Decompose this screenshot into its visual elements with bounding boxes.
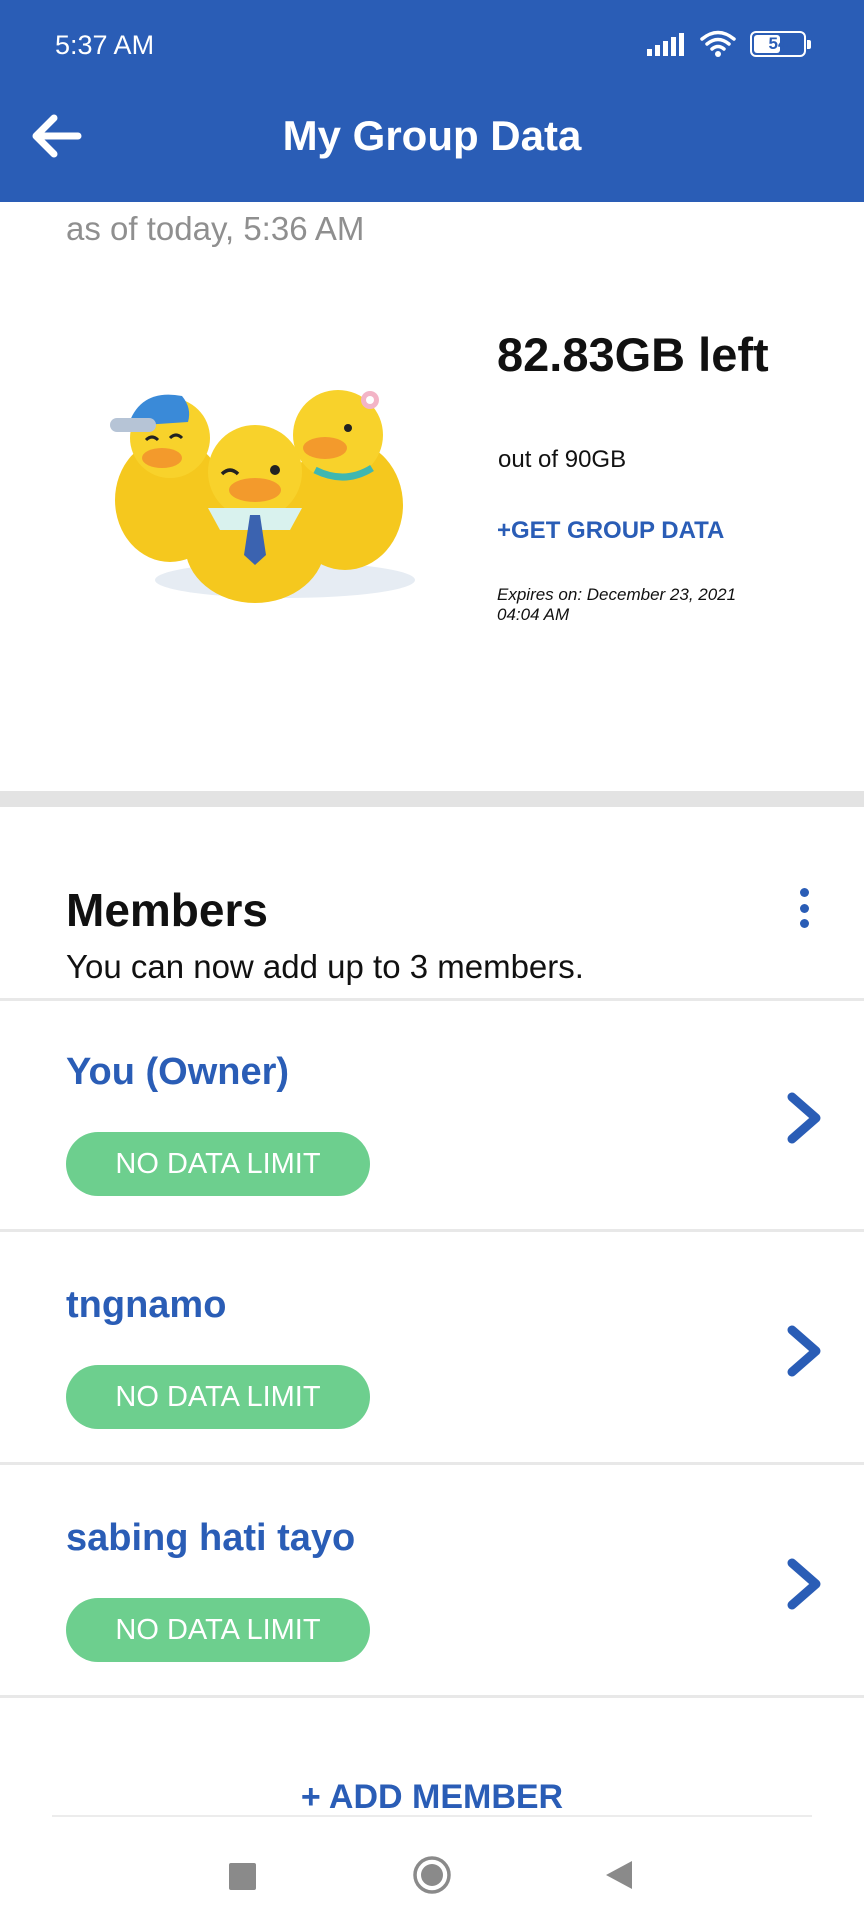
battery-icon: 54	[750, 31, 811, 57]
data-limit-badge: NO DATA LIMIT	[66, 1132, 370, 1196]
kebab-menu-icon[interactable]	[795, 888, 813, 928]
divider	[52, 1815, 812, 1817]
member-row-sabing-hati-tayo[interactable]: sabing hati tayo NO DATA LIMIT	[0, 1467, 864, 1698]
expiry-date: Expires on: December 23, 2021 04:04 AM	[497, 585, 737, 624]
get-group-data-link[interactable]: +GET GROUP DATA	[497, 517, 724, 545]
data-total: out of 90GB	[498, 446, 627, 473]
recent-apps-icon[interactable]	[229, 1863, 256, 1890]
page-title: My Group Data	[282, 112, 582, 159]
section-divider	[0, 791, 864, 807]
chevron-right-icon[interactable]	[778, 1557, 828, 1611]
add-member-button[interactable]: + ADD MEMBER	[0, 1778, 864, 1817]
data-left-amount: 82.83GB left	[497, 328, 769, 381]
data-limit-badge: NO DATA LIMIT	[66, 1365, 370, 1429]
system-nav-bar	[0, 1825, 864, 1920]
member-name: You (Owner)	[66, 1051, 290, 1093]
member-name: tngnamo	[66, 1284, 227, 1326]
as-of-timestamp: as of today, 5:36 AM	[66, 210, 365, 247]
back-icon[interactable]	[604, 1859, 634, 1891]
member-row-owner[interactable]: You (Owner) NO DATA LIMIT	[0, 1001, 864, 1232]
wifi-icon	[700, 30, 736, 57]
member-row-tngnamo[interactable]: tngnamo NO DATA LIMIT	[0, 1234, 864, 1465]
chevron-right-icon[interactable]	[778, 1324, 828, 1378]
members-subtitle: You can now add up to 3 members.	[66, 948, 584, 985]
members-heading: Members	[66, 884, 268, 936]
status-icons: 54	[646, 30, 811, 58]
ducks-illustration	[110, 390, 415, 603]
app-header: 5:37 AM 54 My Group Data	[0, 0, 864, 202]
home-icon[interactable]	[412, 1855, 452, 1895]
data-limit-badge: NO DATA LIMIT	[66, 1598, 370, 1662]
status-time: 5:37 AM	[55, 30, 155, 60]
signal-icon	[647, 33, 684, 56]
member-name: sabing hati tayo	[66, 1517, 356, 1559]
chevron-right-icon[interactable]	[778, 1091, 828, 1145]
battery-percent: 54	[768, 34, 788, 53]
